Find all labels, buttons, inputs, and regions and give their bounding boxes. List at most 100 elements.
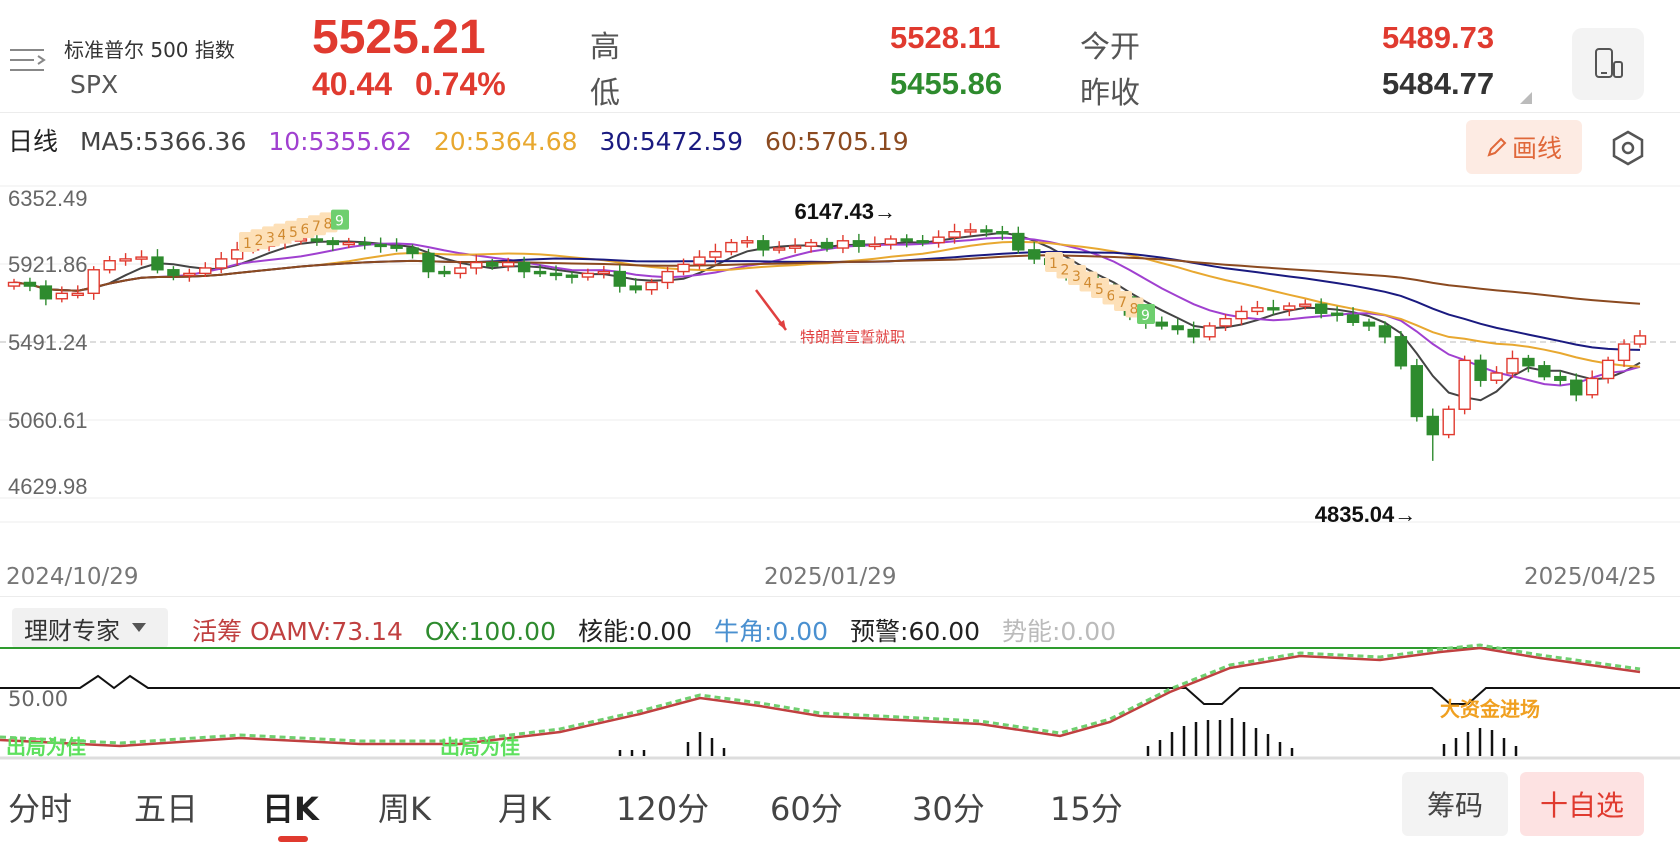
candle — [1633, 330, 1647, 348]
candle — [23, 277, 37, 292]
td-count-marker: 9 — [1137, 304, 1155, 324]
triangle-down-icon — [132, 623, 146, 632]
candle — [868, 236, 882, 250]
candle — [741, 236, 754, 248]
tab-monthly-k[interactable]: 月K — [498, 784, 551, 830]
signal-out-1: 出局为佳 — [6, 735, 86, 759]
y-tick-label: 4629.98 — [8, 474, 88, 499]
corner-triangle-icon — [1520, 92, 1532, 104]
candle — [1283, 302, 1296, 317]
candle — [1538, 361, 1551, 381]
event-annotation: 特朗普宣誓就职 — [800, 328, 905, 346]
period-label: 日线 — [8, 127, 59, 156]
candle — [1426, 408, 1439, 461]
ma20-value: 20:5364.68 — [433, 127, 578, 156]
open-label: 今开 — [1080, 30, 1140, 65]
candle — [183, 268, 196, 282]
candle — [1171, 319, 1184, 335]
ma5-value: MA5:5366.36 — [79, 127, 247, 156]
active-tab-indicator — [278, 836, 308, 842]
candle — [87, 266, 100, 300]
index-code: SPX — [70, 70, 119, 99]
phone-rotate-icon — [1595, 48, 1623, 78]
low-label: 低 — [590, 76, 620, 111]
open-value: 5489.73 — [1382, 20, 1495, 55]
signal-in: 大资金进场 — [1440, 697, 1540, 721]
candle — [1362, 318, 1376, 331]
tab-five-day[interactable]: 五日 — [134, 784, 198, 830]
prev-close-label: 昨收 — [1080, 76, 1140, 111]
low-value: 5455.86 — [890, 66, 1003, 101]
header-divider — [0, 112, 1680, 113]
svg-text:9: 9 — [335, 214, 344, 230]
candle — [788, 238, 802, 254]
current-price: 5525.21 — [312, 11, 486, 64]
chips-button[interactable]: 筹码 — [1402, 772, 1508, 836]
add-favorite-button[interactable]: 十自选 — [1520, 772, 1644, 836]
hexagon-settings-icon[interactable] — [1608, 128, 1648, 168]
candle — [1585, 370, 1599, 399]
signal-out-2: 出局为佳 — [440, 735, 520, 759]
candle — [1251, 300, 1264, 316]
oamv-line — [0, 646, 1641, 748]
y-tick-label: 5060.61 — [8, 408, 88, 433]
ma30-value: 30:5472.59 — [599, 127, 744, 156]
candle — [932, 230, 945, 248]
rotate-screen-button[interactable] — [1572, 28, 1644, 100]
tab-60min[interactable]: 60分 — [770, 784, 843, 830]
candle — [422, 248, 435, 279]
tab-daily-k[interactable]: 日K — [262, 784, 319, 830]
candle — [661, 266, 674, 289]
high-value: 5528.11 — [890, 20, 1001, 55]
y-tick-label: 6352.49 — [8, 186, 88, 211]
candle — [1235, 305, 1248, 326]
kline-chart[interactable]: 6352.495921.865491.245060.614629.98 1234… — [0, 182, 1680, 562]
change-percent: 0.74% — [414, 66, 506, 102]
candle — [167, 266, 180, 281]
ma60-value: 60:5705.19 — [765, 127, 909, 156]
candle — [358, 236, 371, 250]
candle — [1617, 339, 1631, 367]
candle — [1474, 354, 1487, 387]
tab-30min[interactable]: 30分 — [912, 784, 985, 830]
candle — [597, 265, 611, 279]
candle — [836, 234, 850, 254]
pencil-icon — [1487, 137, 1507, 157]
ma-legend: 日线 MA5:5366.36 10:5355.62 20:5364.68 30:… — [8, 122, 923, 158]
candle — [1554, 370, 1567, 386]
index-name: 标准普尔 500 指数 — [64, 38, 235, 62]
indicator-chart[interactable]: 50.00 出局为佳 出局为佳 大资金进场 — [0, 640, 1680, 760]
candle — [1155, 316, 1168, 330]
change-value: 40.44 — [312, 66, 393, 102]
tab-120min[interactable]: 120分 — [616, 784, 709, 830]
tab-15min[interactable]: 15分 — [1050, 784, 1123, 830]
menu-lines-icon[interactable] — [8, 44, 48, 76]
ma5-line — [13, 231, 1641, 402]
candle — [39, 280, 53, 306]
candle — [1442, 405, 1455, 439]
x-label-end: 2025/04/25 — [1524, 564, 1657, 590]
candle — [470, 254, 483, 275]
tab-weekly-k[interactable]: 周K — [378, 784, 431, 830]
annotated-high-label: 6147.43→ — [794, 199, 896, 224]
candle — [55, 286, 69, 303]
candle — [1570, 373, 1583, 402]
ma60-line — [13, 254, 1641, 305]
high-label: 高 — [590, 30, 620, 65]
candle — [852, 233, 866, 253]
ox-line — [0, 643, 1641, 745]
tab-intraday[interactable]: 分时 — [8, 784, 72, 830]
svg-text:9: 9 — [1141, 308, 1150, 324]
y-tick-label: 5491.24 — [8, 330, 88, 355]
candle — [757, 234, 770, 257]
candle — [1458, 355, 1471, 415]
candle — [613, 264, 626, 293]
candle — [103, 256, 116, 274]
prev-close-value: 5484.77 — [1382, 66, 1495, 101]
candle — [964, 223, 977, 236]
draw-line-button[interactable]: 画线 — [1466, 120, 1582, 174]
candle — [7, 278, 21, 290]
annotated-low-label: 4835.04→ — [1315, 502, 1417, 527]
candle — [438, 265, 451, 278]
ma10-value: 10:5355.62 — [268, 127, 412, 156]
